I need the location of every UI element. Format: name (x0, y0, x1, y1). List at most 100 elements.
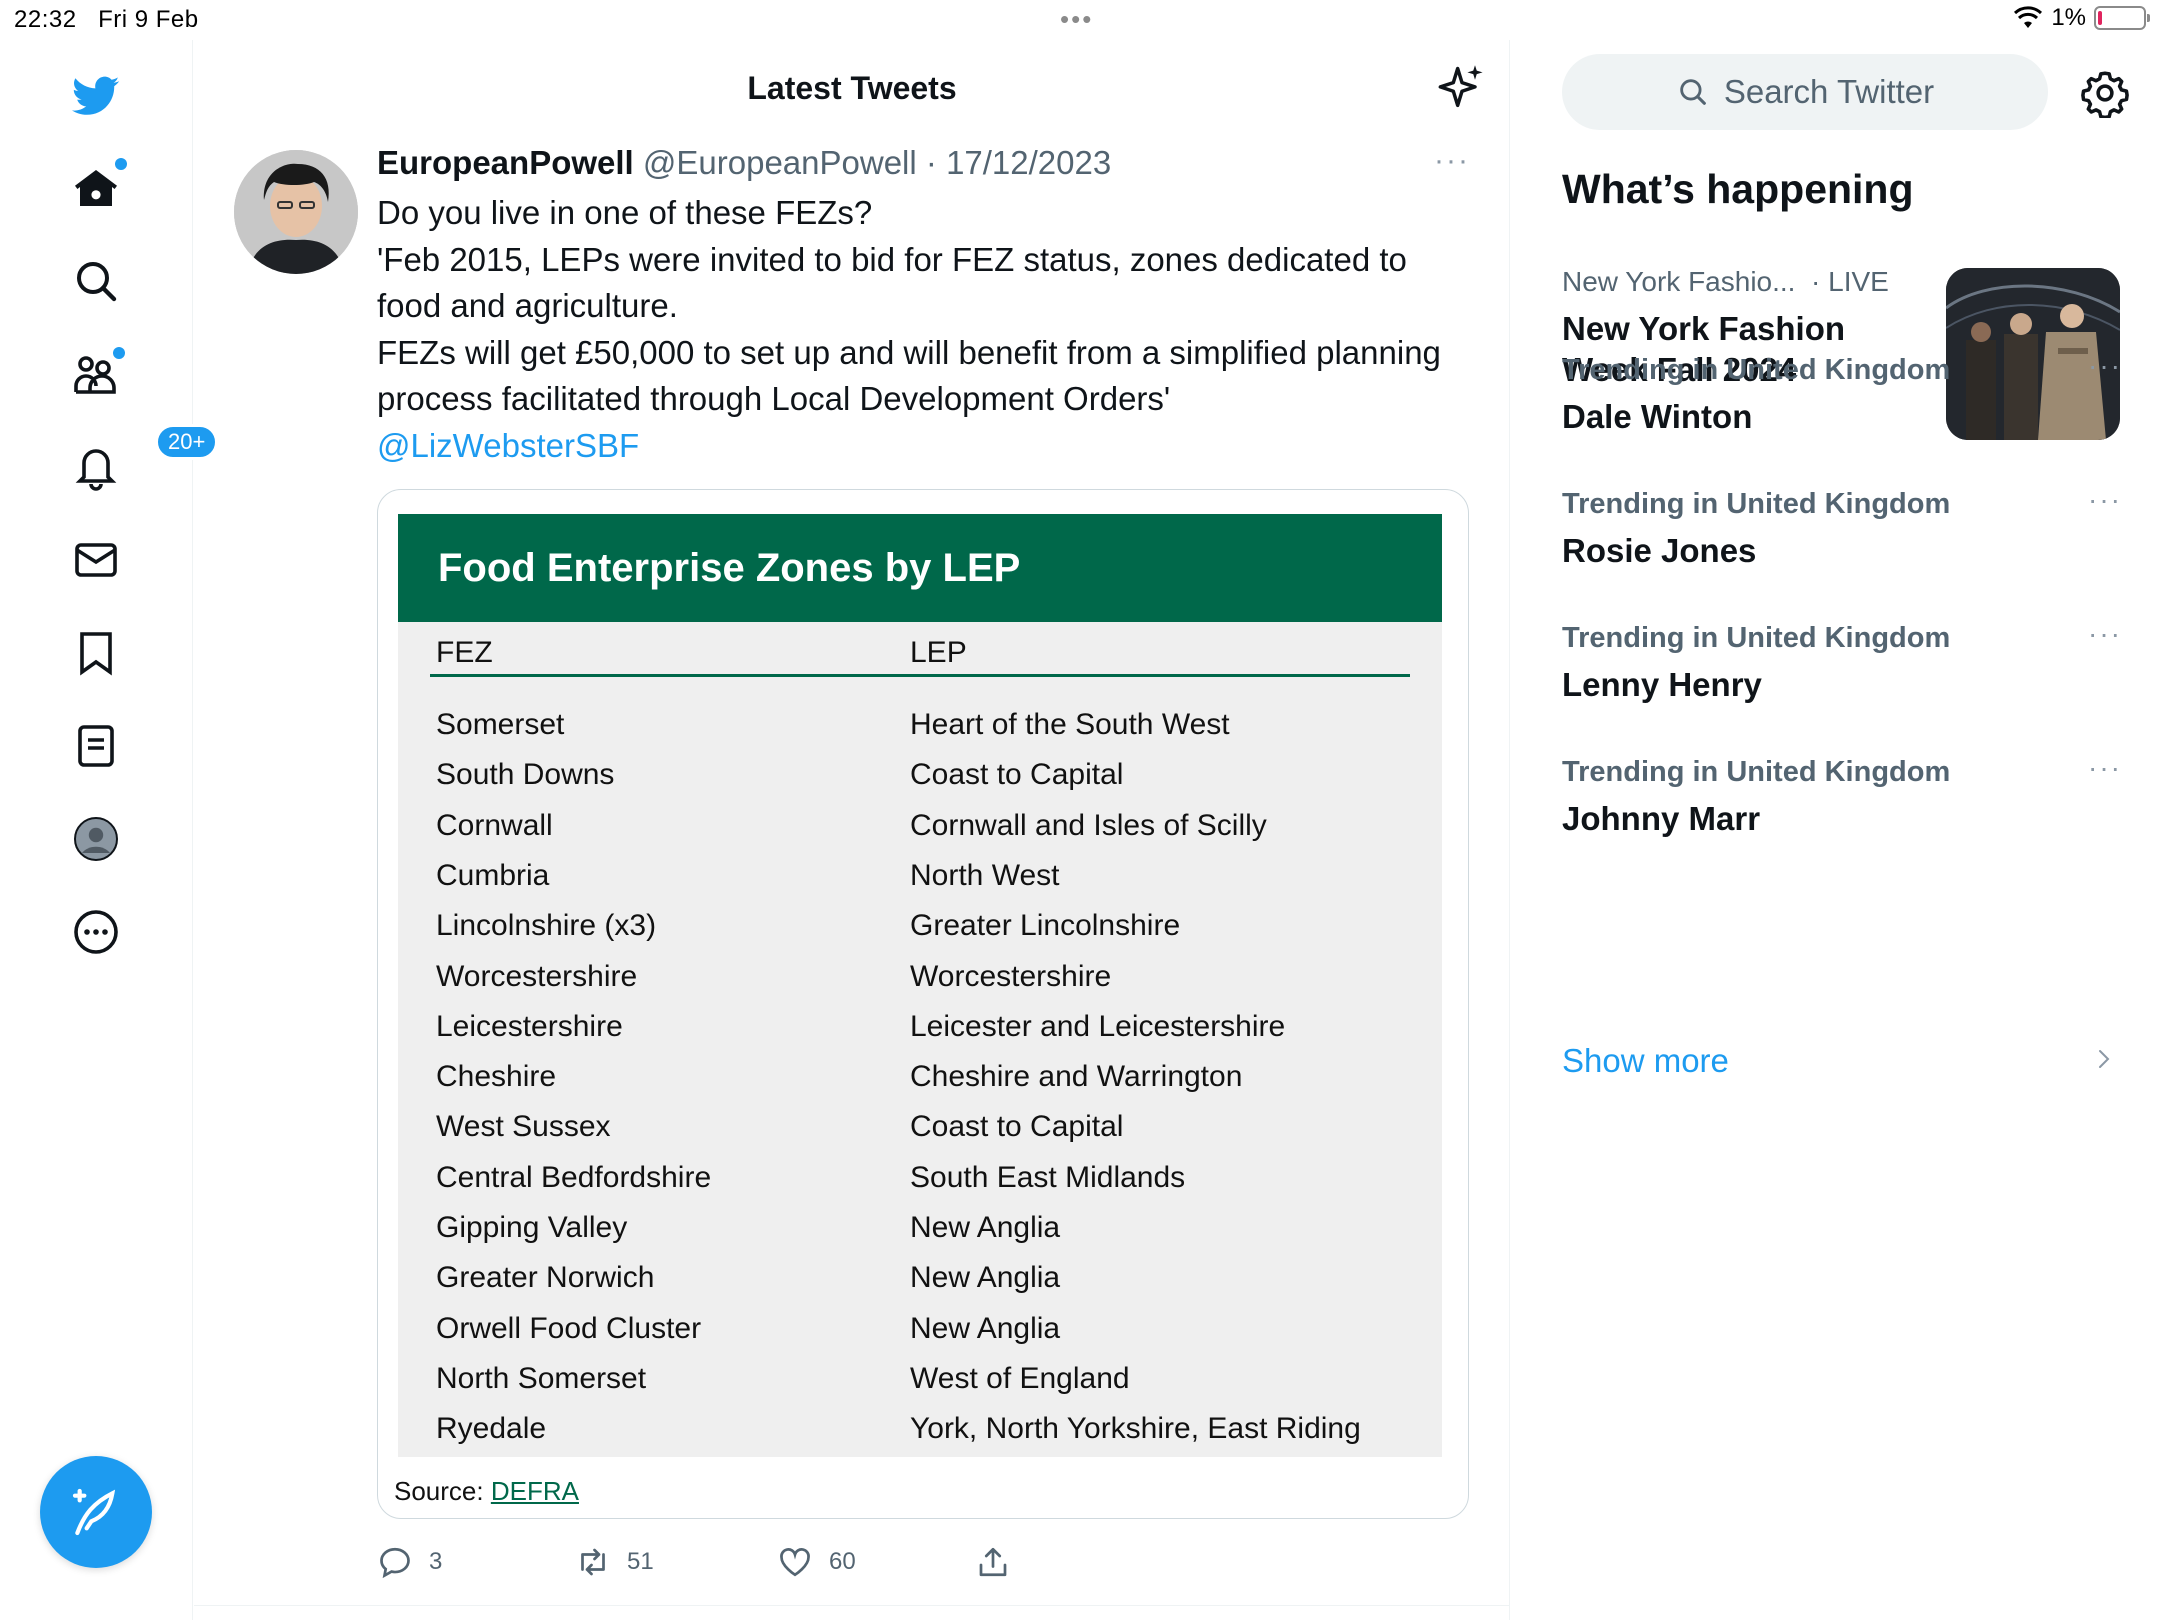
retweet-button[interactable]: 51 (575, 1544, 654, 1580)
search-input[interactable]: Search Twitter (1562, 54, 2048, 130)
search-placeholder: Search Twitter (1723, 73, 1935, 110)
gear-icon[interactable] (2080, 68, 2130, 118)
whats-happening-title: What’s happening (1562, 166, 1914, 212)
fez-name-cell: North Somerset (436, 1362, 647, 1395)
wifi-icon (2014, 6, 2043, 28)
lep-name-cell: South East Midlands (910, 1161, 1186, 1194)
trend-item[interactable]: Trending in United Kingdom Rosie Jones ·… (1562, 484, 2122, 588)
search-icon[interactable] (65, 250, 127, 312)
tweet-more-icon[interactable]: ··· (1434, 144, 1470, 178)
home-unread-dot (115, 158, 127, 170)
tweet[interactable]: EuropeanPowell @EuropeanPowell · 17/12/2… (194, 140, 1510, 1606)
battery-percent: 1% (2051, 4, 2086, 31)
share-button[interactable] (975, 1544, 1011, 1580)
trend-title: Dale Winton (1562, 398, 1753, 435)
source-link[interactable]: DEFRA (491, 1476, 579, 1506)
page-title: Latest Tweets (747, 70, 957, 106)
reply-count: 3 (429, 1548, 443, 1575)
communities-unread-dot (113, 347, 125, 359)
trend-item[interactable]: Trending in United Kingdom Lenny Henry ·… (1562, 618, 2122, 722)
status-time: 22:32 Fri 9 Feb (14, 6, 199, 34)
lep-name-cell: Cheshire and Warrington (910, 1060, 1243, 1093)
tweet-author-name[interactable]: EuropeanPowell (377, 144, 634, 181)
trend-meta: Trending in United Kingdom (1562, 622, 1951, 654)
trend-item[interactable]: Trending in United Kingdom Dale Winton ·… (1562, 350, 2122, 454)
image-source-line: Source: DEFRA (394, 1476, 579, 1507)
trend-more-icon[interactable]: ··· (2088, 484, 2122, 516)
more-icon[interactable] (65, 901, 127, 963)
fez-name-cell: West Sussex (436, 1110, 611, 1143)
trend-title: Johnny Marr (1562, 800, 1761, 837)
share-icon (979, 1547, 1007, 1577)
tweet-author-avatar[interactable] (234, 150, 358, 274)
like-count: 60 (829, 1548, 856, 1575)
retweet-icon (581, 1548, 605, 1576)
show-more-link[interactable]: Show more (1562, 1042, 2122, 1080)
tweet-text-line: 'Feb 2015, LEPs were invited to bid for … (377, 240, 1407, 325)
fez-table-title: Food Enterprise Zones by LEP (438, 546, 1021, 590)
messages-icon[interactable] (65, 529, 127, 591)
bookmarks-icon[interactable] (65, 622, 127, 684)
communities-icon[interactable] (65, 343, 127, 405)
tweet-text: Do you live in one of these FEZs? 'Feb 2… (377, 190, 1467, 469)
lep-name-cell: New Anglia (910, 1211, 1061, 1244)
lep-name-cell: Coast to Capital (910, 758, 1124, 791)
twitter-logo-icon[interactable] (65, 65, 127, 127)
tweet-text-line: FEZs will get £50,000 to set up and will… (377, 333, 1441, 418)
tweet-text-line: Do you live in one of these FEZs? (377, 194, 873, 231)
trend-title: Rosie Jones (1562, 532, 1757, 569)
lep-name-cell: New Anglia (910, 1261, 1061, 1294)
featured-trend-meta: New York Fashio... · LIVE (1562, 266, 1889, 298)
lep-name-cell: West of England (910, 1362, 1130, 1395)
source-label: Source: (394, 1476, 484, 1506)
lep-name-cell: Greater Lincolnshire (910, 909, 1181, 942)
fez-name-cell: Cornwall (436, 809, 553, 842)
timeline-header: Latest Tweets (194, 40, 1510, 140)
search-icon (1680, 79, 1706, 105)
tweet-actions: 3 51 60 (377, 1544, 1077, 1594)
trend-more-icon[interactable]: ··· (2088, 752, 2122, 784)
retweet-count: 51 (627, 1548, 654, 1575)
lep-name-cell: Heart of the South West (910, 708, 1230, 741)
lep-name-cell: York, North Yorkshire, East Riding (910, 1412, 1361, 1445)
fez-name-cell: Gipping Valley (436, 1211, 628, 1244)
profile-icon[interactable] (65, 808, 127, 870)
trend-meta: Trending in United Kingdom (1562, 756, 1951, 788)
tweet-media-image[interactable]: Food Enterprise Zones by LEP FEZ LEP Som… (377, 489, 1469, 1519)
tweet-meta-separator: · (916, 144, 947, 181)
show-more-label: Show more (1562, 1042, 1729, 1079)
lep-name-cell: Worcestershire (910, 960, 1112, 993)
fez-name-cell: Cheshire (436, 1060, 557, 1093)
trend-more-icon[interactable]: ··· (2088, 350, 2122, 382)
fez-name-cell: Greater Norwich (436, 1261, 655, 1294)
fez-name-cell: Central Bedfordshire (436, 1161, 712, 1194)
sparkle-icon[interactable] (1436, 62, 1488, 114)
tweet-date[interactable]: 17/12/2023 (946, 144, 1111, 181)
fez-name-cell: Somerset (436, 708, 565, 741)
lep-name-cell: Leicester and Leicestershire (910, 1010, 1286, 1043)
notifications-icon[interactable]: 20+ (65, 424, 219, 498)
left-nav: 20+ (0, 40, 219, 1620)
fez-name-cell: Cumbria (436, 859, 550, 892)
reply-button[interactable]: 3 (377, 1544, 442, 1580)
lep-name-cell: North West (910, 859, 1060, 892)
fez-name-cell: Worcestershire (436, 960, 638, 993)
like-button[interactable]: 60 (777, 1544, 856, 1580)
tweet-author-handle[interactable]: @EuropeanPowell (643, 144, 917, 181)
table-header-rule (430, 674, 1410, 677)
heart-icon (780, 1548, 810, 1577)
fez-column-header: FEZ (436, 636, 493, 669)
trend-item[interactable]: Trending in United Kingdom Johnny Marr ·… (1562, 752, 2122, 856)
lep-name-cell: New Anglia (910, 1312, 1061, 1345)
tweet-mention-link[interactable]: @LizWebsterSBF (377, 423, 1467, 470)
compose-quill-icon (72, 1488, 116, 1536)
lists-icon[interactable] (65, 715, 127, 777)
fez-name-cell: Lincolnshire (x3) (436, 909, 657, 942)
multitasking-dots-icon[interactable]: ••• (1060, 4, 1093, 35)
compose-tweet-button[interactable] (40, 1456, 152, 1568)
timeline-column: Latest Tweets EuropeanPowell @EuropeanPo… (194, 40, 1510, 1620)
home-icon[interactable] (65, 158, 127, 220)
trend-more-icon[interactable]: ··· (2088, 618, 2122, 650)
fez-name-cell: Leicestershire (436, 1010, 623, 1043)
fez-name-cell: Orwell Food Cluster (436, 1312, 702, 1345)
